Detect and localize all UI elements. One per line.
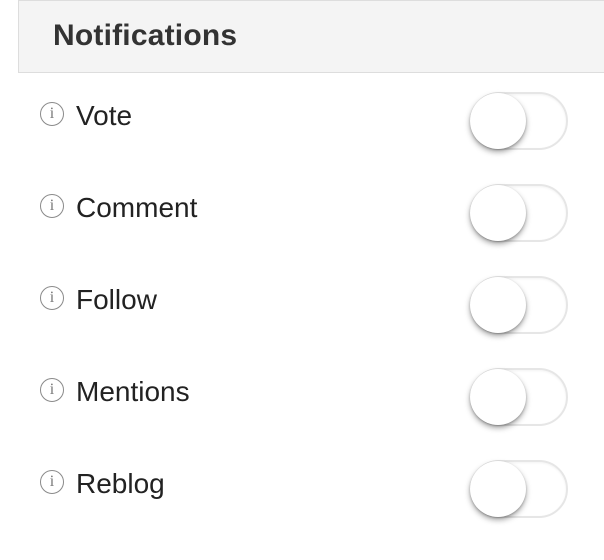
setting-label-comment: Comment bbox=[76, 192, 198, 223]
info-icon[interactable]: i bbox=[40, 378, 64, 402]
setting-row-reblog: i Reblog bbox=[0, 460, 604, 560]
setting-label-follow: Follow bbox=[76, 284, 157, 315]
mentions-toggle[interactable] bbox=[470, 368, 568, 426]
toggle-knob bbox=[470, 369, 526, 425]
toggle-knob bbox=[470, 93, 526, 149]
setting-row-comment: i Comment bbox=[0, 184, 604, 284]
setting-row-vote: i Vote bbox=[0, 92, 604, 192]
toggle-knob bbox=[470, 461, 526, 517]
info-icon[interactable]: i bbox=[40, 470, 64, 494]
page-title: Notifications bbox=[53, 19, 238, 52]
info-icon[interactable]: i bbox=[40, 194, 64, 218]
info-icon[interactable]: i bbox=[40, 286, 64, 310]
vote-toggle[interactable] bbox=[470, 92, 568, 150]
info-icon[interactable]: i bbox=[40, 102, 64, 126]
notifications-header: Notifications bbox=[18, 0, 604, 73]
toggle-knob bbox=[470, 277, 526, 333]
setting-row-follow: i Follow bbox=[0, 276, 604, 376]
setting-row-mentions: i Mentions bbox=[0, 368, 604, 468]
toggle-knob bbox=[470, 185, 526, 241]
follow-toggle[interactable] bbox=[470, 276, 568, 334]
reblog-toggle[interactable] bbox=[470, 460, 568, 518]
setting-label-mentions: Mentions bbox=[76, 376, 190, 407]
comment-toggle[interactable] bbox=[470, 184, 568, 242]
setting-label-vote: Vote bbox=[76, 100, 133, 131]
setting-label-reblog: Reblog bbox=[76, 468, 165, 499]
